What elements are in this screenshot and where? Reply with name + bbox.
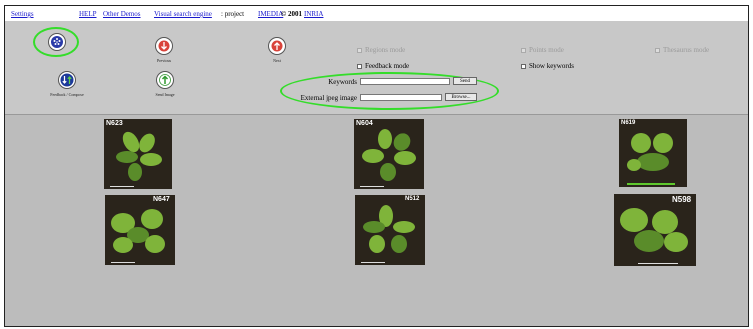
checkbox-box [521,63,526,69]
keywords-label: Keywords [328,78,357,86]
previous-button[interactable] [155,37,173,55]
plant-code-label: N623 [106,120,123,127]
result-thumbnail[interactable]: N598 [614,194,696,266]
external-image-input[interactable] [360,94,442,101]
help-link[interactable]: HELP [79,10,97,18]
toolbar: Previous Next Feedback / Compose Send Im… [5,21,748,115]
checkbox-box [357,47,362,53]
feedback-arrows-icon [60,73,74,87]
regions-mode-checkbox[interactable]: Regions mode [357,46,405,54]
top-nav-bar: Settings HELP Other Demos Visual search … [5,6,748,21]
visual-search-link[interactable]: Visual search engine [154,10,212,18]
next-button[interactable] [268,37,286,55]
checkbox-box [655,47,660,53]
dots-cluster-icon [51,36,63,48]
previous-arrow-icon [158,40,170,52]
up-arrow-icon [159,74,171,86]
result-thumbnail[interactable]: N604 [354,119,424,189]
checkbox-box [357,63,362,69]
feedback-mode-checkbox[interactable]: Feedback mode [357,62,409,70]
browse-button[interactable]: Browse... [445,93,477,101]
external-image-label: External jpeg image [300,94,357,102]
plant-code-label: N512 [405,196,420,202]
random-button[interactable] [48,33,66,51]
inria-link[interactable]: INRIA [304,10,323,18]
feedback-compose-button[interactable] [58,71,76,89]
plant-code-label: N647 [153,196,170,203]
show-keywords-checkbox[interactable]: Show keywords [521,62,574,70]
plant-code-label: N604 [356,120,373,127]
regions-mode-label: Regions mode [365,46,406,54]
result-thumbnail[interactable]: N623 [104,119,172,189]
copyright-text: © 2001 [281,10,302,18]
next-label: Next [273,58,281,63]
other-demos-link[interactable]: Other Demos [103,10,141,18]
keywords-input[interactable] [360,78,450,85]
thesaurus-mode-checkbox[interactable]: Thesaurus mode [655,46,709,54]
send-button[interactable]: Send [453,77,477,85]
browser-frame: Settings HELP Other Demos Visual search … [4,5,749,327]
result-thumbnail[interactable]: N512 [355,195,425,265]
feedback-mode-label: Feedback mode [365,62,410,70]
send-image-label: Send Image [155,92,175,97]
project-prefix-text: : project [221,10,245,18]
points-mode-label: Points mode [529,46,564,54]
checkbox-box [521,47,526,53]
send-image-button[interactable] [156,71,174,89]
result-thumbnail[interactable]: N647 [105,195,175,265]
settings-link[interactable]: Settings [11,10,34,18]
show-keywords-label: Show keywords [529,62,574,70]
previous-label: Previous [157,58,171,63]
next-arrow-icon [271,40,283,52]
result-thumbnail[interactable]: N619 [619,119,687,187]
imedia-link[interactable]: IMEDIA [258,10,283,18]
feedback-compose-label: Feedback / Compose [50,92,84,97]
thesaurus-mode-label: Thesaurus mode [663,46,710,54]
plant-code-label: N598 [672,195,692,204]
plant-code-label: N619 [621,120,636,126]
points-mode-checkbox[interactable]: Points mode [521,46,564,54]
results-gallery: N623 N604 N619 N647 N512 N598 [5,115,748,326]
